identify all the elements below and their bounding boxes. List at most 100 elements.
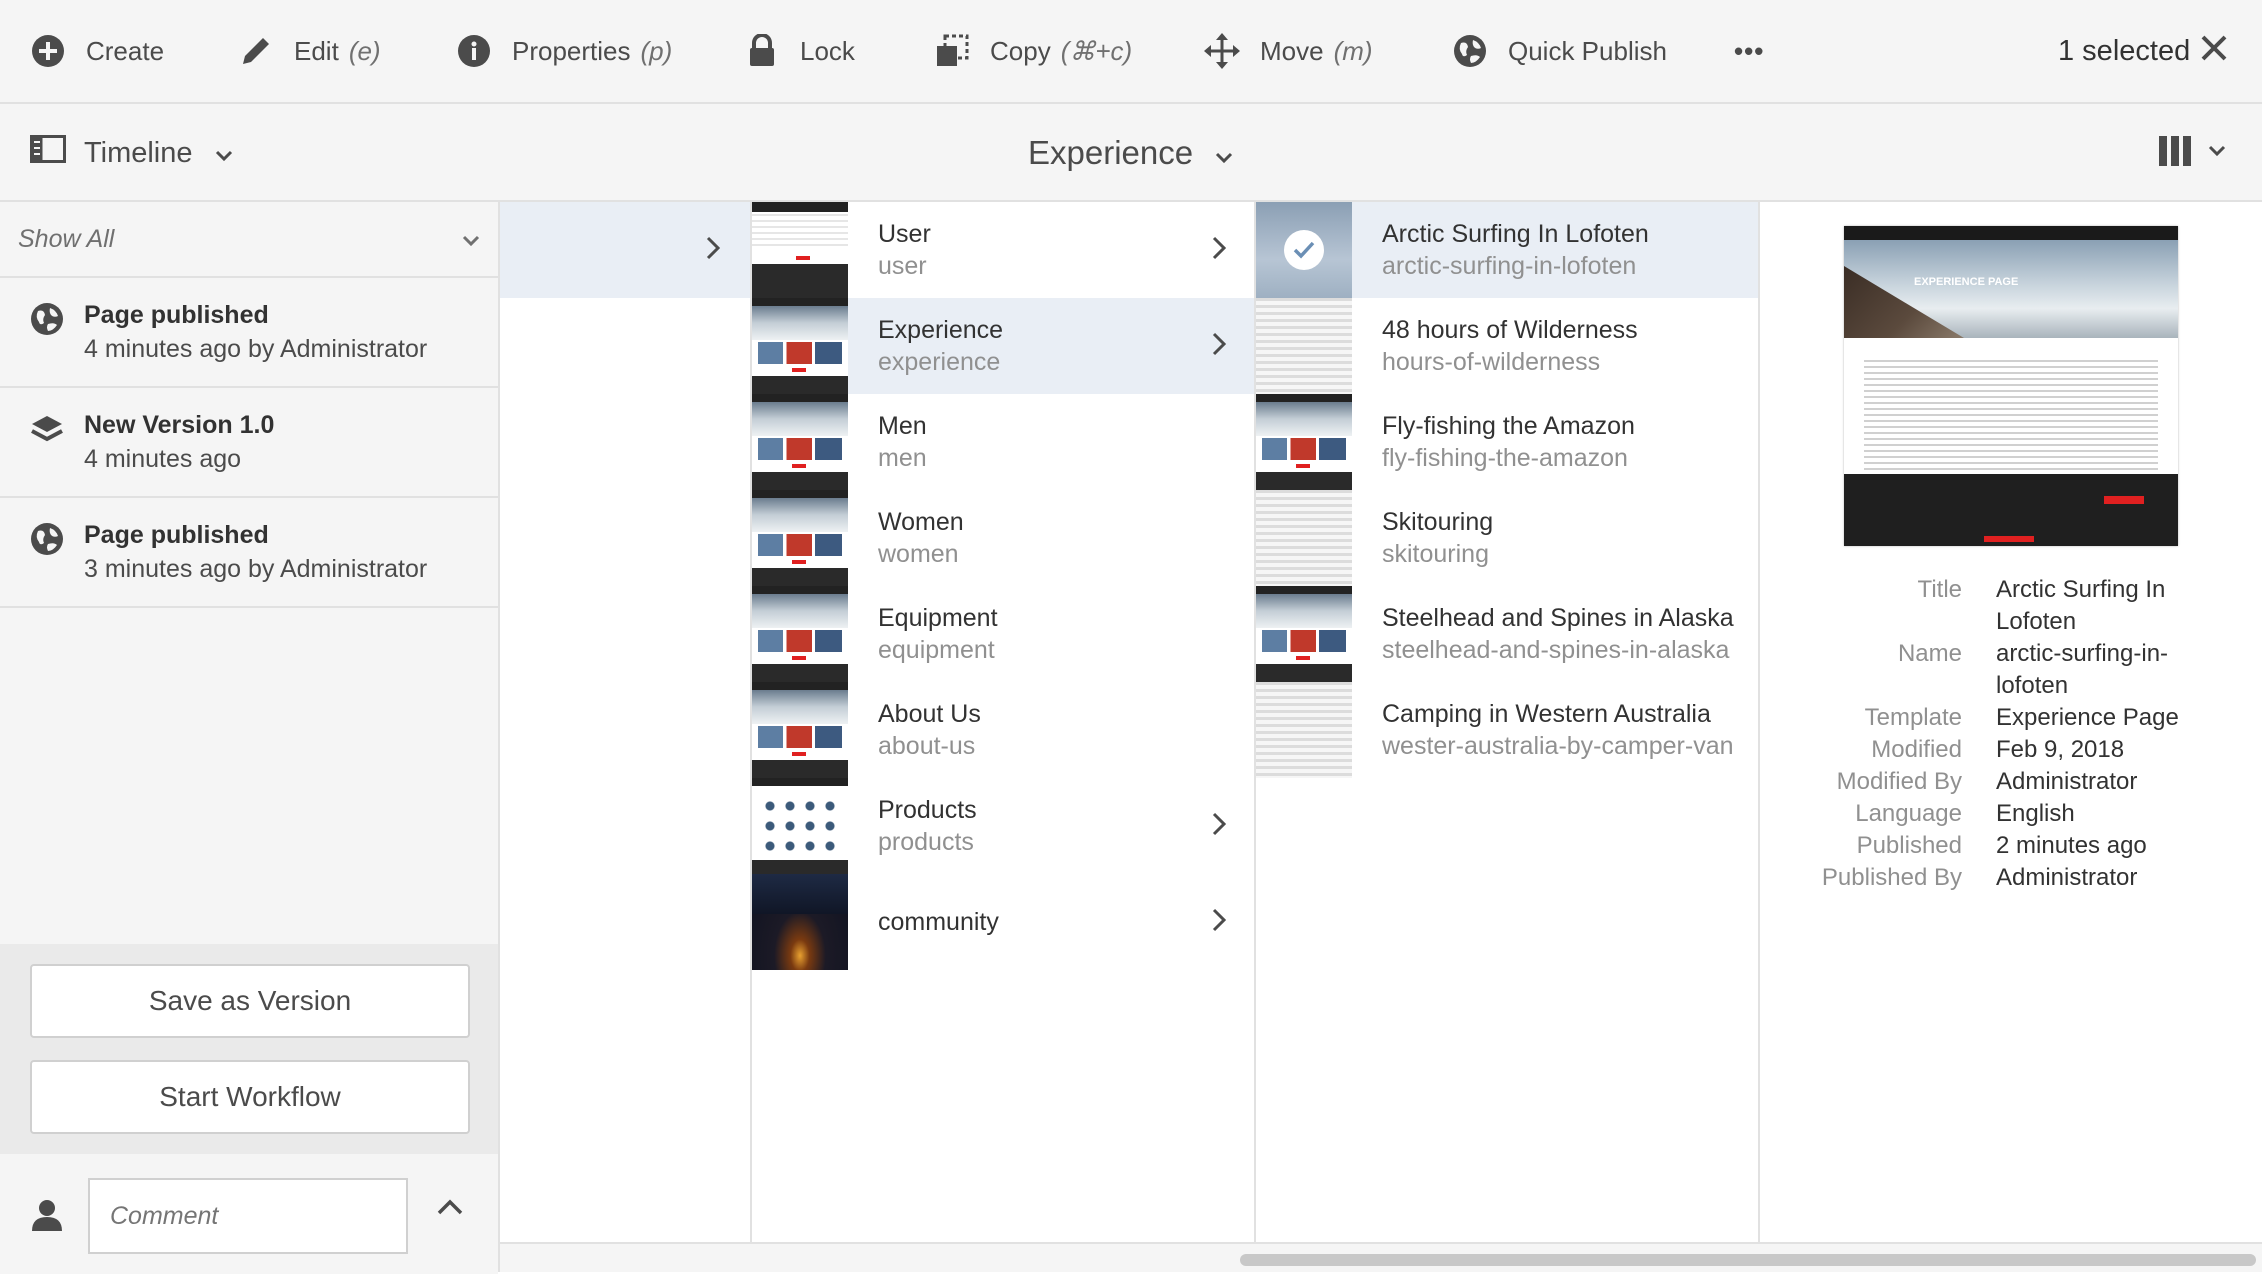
item-title: Experience (878, 316, 1004, 344)
column-item-arctic-surfing-in-lofoten[interactable]: Arctic Surfing In Lofoten arctic-surfing-… (1256, 202, 1758, 298)
user-icon (30, 1198, 64, 1237)
comment-input[interactable] (88, 1178, 408, 1254)
properties-shortcut: (p) (640, 35, 673, 66)
create-label: Create (86, 35, 165, 66)
metadata-value: English (1996, 800, 2075, 827)
item-name: women (878, 540, 959, 568)
column-item-user[interactable]: User user (752, 202, 1254, 298)
metadata-label: Template (1864, 704, 1962, 731)
item-title: Products (878, 796, 977, 824)
item-title: Women (878, 508, 964, 536)
metadata-row: Name arctic-surfing-in-lofoten (1760, 638, 2262, 702)
item-title: Skitouring (1382, 508, 1494, 536)
column-item-hours-of-wilderness[interactable]: 48 hours of Wilderness hours-of-wildernes… (1256, 298, 1758, 394)
column-item-experience[interactable]: Experience experience (752, 298, 1254, 394)
chevron-down-icon (215, 137, 233, 170)
create-button[interactable]: Create (30, 0, 164, 103)
item-title: Arctic Surfing In Lofoten (1382, 220, 1649, 248)
chevron-down-icon (1215, 134, 1233, 172)
edit-button[interactable]: Edit (e) (238, 0, 381, 103)
column-item-wester-australia-by-camper-van[interactable]: Camping in Western Australia wester-austr… (1256, 682, 1758, 778)
quick-publish-button[interactable]: Quick Publish (1452, 0, 1667, 103)
metadata-label: Language (1855, 800, 1962, 827)
rail-icon (30, 135, 66, 171)
properties-button[interactable]: Properties (p) (456, 0, 672, 103)
column-item-steelhead-and-spines-in-alaska[interactable]: Steelhead and Spines in Alaska steelhead-… (1256, 586, 1758, 682)
column-sites: User user Experience experience Men men Women w… (752, 202, 1256, 1242)
item-title: community (878, 908, 999, 936)
edit-shortcut: (e) (348, 35, 381, 66)
page-thumbnail (1256, 490, 1352, 586)
item-title: Steelhead and Spines in Alaska (1382, 604, 1734, 632)
column-item-men[interactable]: Men men (752, 394, 1254, 490)
page-thumbnail[interactable] (1256, 202, 1352, 298)
column-item-fly-fishing-the-amazon[interactable]: Fly-fishing the Amazon fly-fishing-the-am… (1256, 394, 1758, 490)
view-switcher[interactable] (2158, 104, 2226, 202)
start-workflow-button[interactable]: Start Workflow (30, 1060, 470, 1134)
metadata-value: Feb 9, 2018 (1996, 736, 2125, 763)
column-item-community[interactable]: community (752, 874, 1254, 970)
column-item-root[interactable] (500, 202, 750, 298)
metadata-value: Arctic Surfing In Lofoten (1996, 576, 2166, 635)
item-name: arctic-surfing-in-lofoten (1382, 252, 1637, 280)
page-preview-thumbnail: EXPERIENCE PAGE (1844, 226, 2178, 546)
move-arrows-icon (1204, 33, 1240, 69)
column-item-equipment[interactable]: Equipment equipment (752, 586, 1254, 682)
column-view-icon (2158, 135, 2192, 172)
timeline-item[interactable]: New Version 1.0 4 minutes ago (0, 388, 498, 498)
metadata-row: Modified Feb 9, 2018 (1760, 734, 2262, 766)
horizontal-scrollbar[interactable] (500, 1242, 2262, 1272)
edit-label: Edit (294, 35, 339, 66)
timeline-item[interactable]: Page published 4 minutes ago by Administ… (0, 278, 498, 388)
page-thumbnail (752, 394, 848, 490)
copy-button[interactable]: Copy (⌘+c) (934, 0, 1132, 103)
chevron-right-icon (1212, 812, 1227, 841)
action-bar: Create Edit (e) Properties (p) Lock Copy… (0, 0, 2262, 104)
move-shortcut: (m) (1333, 35, 1373, 66)
column-item-products[interactable]: Products products (752, 778, 1254, 874)
filter-label: Show All (18, 224, 115, 253)
page-thumbnail (752, 682, 848, 778)
save-as-version-button[interactable]: Save as Version (30, 964, 470, 1038)
move-button[interactable]: Move (m) (1204, 0, 1373, 103)
page-thumbnail (1256, 682, 1352, 778)
item-name: skitouring (1382, 540, 1489, 568)
timeline-item[interactable]: Page published 3 minutes ago by Administ… (0, 498, 498, 608)
lock-label: Lock (800, 35, 855, 66)
timeline-item-title: Page published (84, 301, 269, 329)
chevron-down-icon (462, 225, 480, 254)
item-title: 48 hours of Wilderness (1382, 316, 1638, 344)
timeline-item-subtitle: 4 minutes ago by Administrator (84, 335, 428, 363)
info-icon (456, 33, 492, 69)
item-name: men (878, 444, 927, 472)
page-title-dropdown[interactable]: Experience (1028, 104, 1233, 202)
page-thumbnail (752, 778, 848, 874)
item-title: User (878, 220, 931, 248)
rail-toggle-button[interactable]: Timeline (30, 104, 233, 202)
metadata-label: Modified (1871, 736, 1962, 763)
column-item-skitouring[interactable]: Skitouring skitouring (1256, 490, 1758, 586)
item-title: Equipment (878, 604, 998, 632)
globe-publish-icon (1452, 33, 1488, 69)
chevron-down-icon (2208, 144, 2226, 162)
details-panel: EXPERIENCE PAGE Title Arctic Surfing In L… (1760, 202, 2262, 1242)
column-item-women[interactable]: Women women (752, 490, 1254, 586)
item-title: Men (878, 412, 927, 440)
chevron-up-icon[interactable] (436, 1198, 464, 1221)
chevron-right-icon (706, 236, 721, 265)
timeline-filter-dropdown[interactable]: Show All (0, 202, 498, 278)
item-title: Camping in Western Australia (1382, 700, 1711, 728)
timeline-item-title: New Version 1.0 (84, 411, 275, 439)
metadata-value: Administrator (1996, 768, 2138, 795)
lock-button[interactable]: Lock (744, 0, 855, 103)
close-selection-button[interactable] (2200, 0, 2228, 103)
rail-label: Timeline (84, 136, 193, 169)
timeline-rail: Show All Page published 4 minutes ago by… (0, 202, 500, 1274)
globe-icon (30, 522, 66, 558)
properties-label: Properties (512, 35, 631, 66)
lock-icon (744, 33, 780, 69)
scrollbar-thumb[interactable] (1240, 1254, 2256, 1266)
more-actions-button[interactable]: ••• (1734, 0, 1764, 103)
column-item-about-us[interactable]: About Us about-us (752, 682, 1254, 778)
page-thumbnail (1256, 586, 1352, 682)
